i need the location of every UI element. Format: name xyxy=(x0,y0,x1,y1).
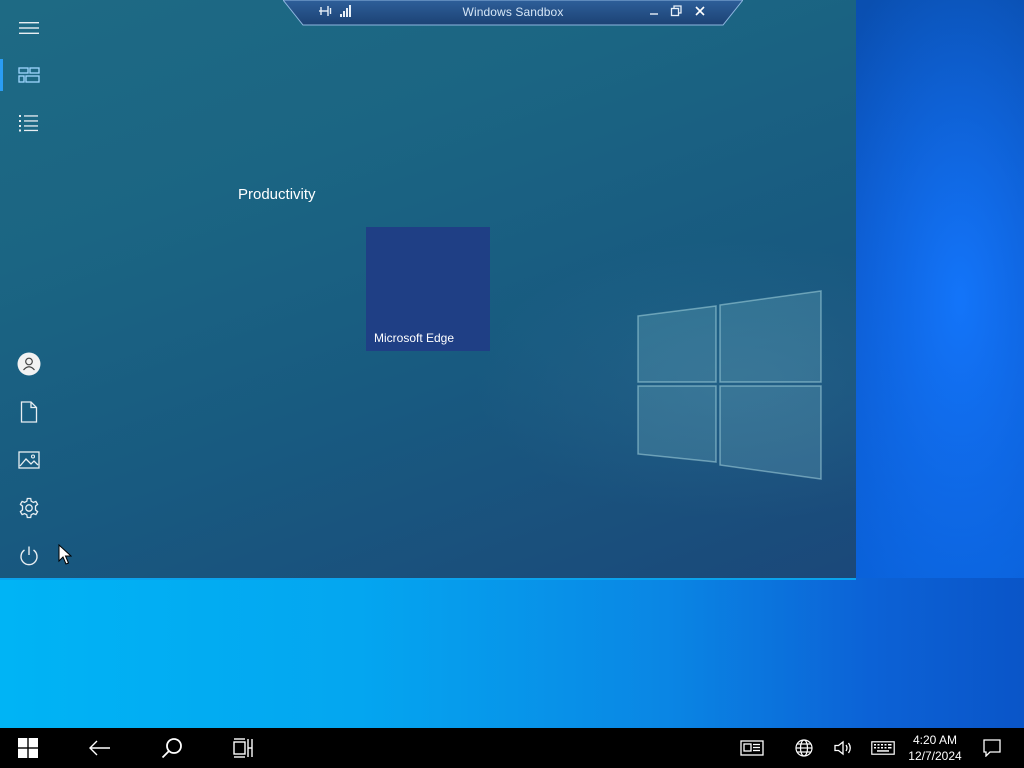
search-icon xyxy=(161,738,182,759)
settings-button[interactable] xyxy=(0,486,58,530)
all-apps-list-icon xyxy=(19,115,38,132)
microsoft-edge-tile[interactable]: Microsoft Edge xyxy=(366,227,490,351)
network-button[interactable] xyxy=(792,728,816,768)
notification-icon xyxy=(983,739,1001,757)
power-icon xyxy=(20,546,38,566)
settings-gear-icon xyxy=(19,497,39,519)
taskbar: 4:20 AM 12/7/2024 xyxy=(0,728,1024,768)
keyboard-icon xyxy=(871,741,895,755)
back-button[interactable] xyxy=(76,728,124,768)
news-icon xyxy=(740,740,764,756)
start-button[interactable] xyxy=(4,728,52,768)
network-globe-icon xyxy=(795,739,813,757)
pictures-icon xyxy=(18,451,40,469)
start-menu: Productivity Microsoft Edge xyxy=(0,0,856,580)
hamburger-menu-button[interactable] xyxy=(0,6,58,50)
tiles-view-button[interactable] xyxy=(0,53,58,97)
start-left-rail xyxy=(0,0,58,580)
tile-label: Microsoft Edge xyxy=(374,331,455,345)
task-view-button[interactable] xyxy=(220,728,268,768)
clock-time: 4:20 AM xyxy=(912,733,958,747)
back-arrow-icon xyxy=(89,740,110,756)
volume-icon xyxy=(834,740,851,756)
hamburger-menu-icon xyxy=(19,22,39,34)
tile-group-title: Productivity xyxy=(238,186,316,203)
clock-date: 12/7/2024 xyxy=(908,749,962,763)
tiles-icon xyxy=(18,67,40,83)
all-apps-button[interactable] xyxy=(0,101,58,145)
windows-logo-watermark xyxy=(637,290,822,480)
documents-icon xyxy=(20,401,38,423)
taskbar-clock[interactable]: 4:20 AM 12/7/2024 xyxy=(900,728,970,768)
documents-button[interactable] xyxy=(0,390,58,434)
volume-button[interactable] xyxy=(832,728,856,768)
pictures-button[interactable] xyxy=(0,438,58,482)
sandbox-title-bar[interactable]: Windows Sandbox xyxy=(283,0,743,26)
user-account-button[interactable] xyxy=(0,342,58,386)
power-button[interactable] xyxy=(0,534,58,578)
task-view-icon xyxy=(233,738,253,758)
windows-start-icon xyxy=(18,738,38,758)
search-button[interactable] xyxy=(148,728,196,768)
desktop-wallpaper-glow xyxy=(0,578,1024,728)
touch-keyboard-button[interactable] xyxy=(868,728,898,768)
news-button[interactable] xyxy=(738,728,766,768)
user-icon xyxy=(17,352,41,376)
minimize-icon[interactable] xyxy=(647,4,661,18)
restore-icon[interactable] xyxy=(669,4,683,18)
mouse-cursor-icon xyxy=(58,544,72,565)
close-icon[interactable] xyxy=(693,4,707,18)
action-center-button[interactable] xyxy=(980,728,1004,768)
